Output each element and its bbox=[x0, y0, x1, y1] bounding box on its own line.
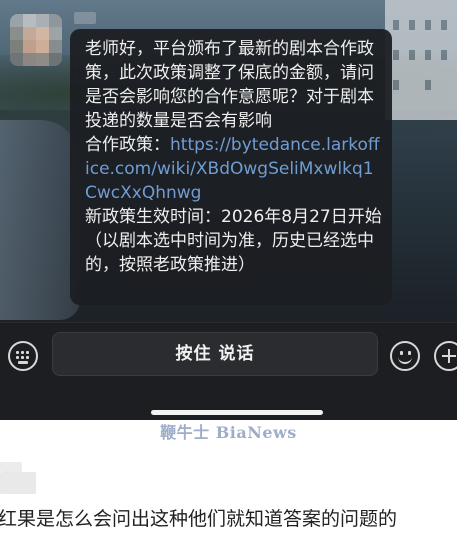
keyboard-icon[interactable] bbox=[8, 341, 38, 371]
policy-label: 合作政策： bbox=[85, 135, 170, 155]
hold-to-talk-button[interactable]: 按住 说话 bbox=[52, 332, 378, 376]
policy-line: 合作政策：https://bytedance.larkoffice.com/wi… bbox=[85, 133, 382, 205]
comment-text: 红果是怎么会问出这种他们就知道答案的问题的 bbox=[0, 508, 398, 530]
background-figure bbox=[0, 120, 80, 320]
emoji-icon[interactable] bbox=[390, 341, 420, 371]
home-indicator[interactable] bbox=[151, 410, 323, 415]
commenter-avatar-blurred bbox=[0, 462, 22, 472]
message-bubble[interactable]: 老师好，平台颁布了最新的剧本合作政策，此次政策调整了保底的金额，请问是否会影响您… bbox=[70, 29, 392, 305]
message-paragraph-1: 老师好，平台颁布了最新的剧本合作政策，此次政策调整了保底的金额，请问是否会影响您… bbox=[85, 39, 374, 131]
background-building bbox=[385, 0, 457, 120]
avatar[interactable] bbox=[10, 14, 62, 66]
message-paragraph-2: 新政策生效时间：2026年8月27日开始（以剧本选中时间为准，历史已经选中的，按… bbox=[85, 207, 382, 275]
sender-name-blurred bbox=[74, 12, 96, 24]
chat-input-bar: 按住 说话 bbox=[0, 322, 457, 420]
chat-screen: 老师好，平台颁布了最新的剧本合作政策，此次政策调整了保底的金额，请问是否会影响您… bbox=[0, 0, 457, 420]
plus-icon[interactable] bbox=[434, 341, 457, 371]
commenter-name-blurred bbox=[0, 472, 36, 494]
comment-area: 红果是怎么会问出这种他们就知道答案的问题的 bbox=[0, 446, 457, 541]
watermark: 鞭牛士 BiaNews bbox=[160, 423, 297, 442]
